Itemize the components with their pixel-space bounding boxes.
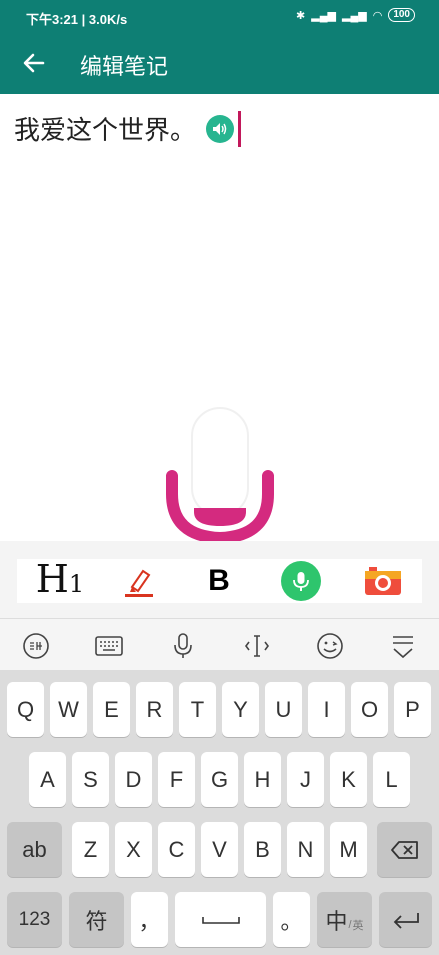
cursor-move-button[interactable] — [240, 629, 274, 663]
key-u[interactable]: U — [265, 682, 302, 737]
ime-logo-icon — [23, 633, 49, 659]
key-m[interactable]: M — [330, 822, 367, 877]
space-key[interactable] — [175, 892, 266, 947]
key-k[interactable]: K — [330, 752, 367, 807]
keyboard-switch-button[interactable] — [92, 629, 126, 663]
key-q[interactable]: Q — [7, 682, 44, 737]
key-o[interactable]: O — [351, 682, 388, 737]
key-g[interactable]: G — [201, 752, 238, 807]
microphone-outline-icon — [174, 633, 192, 658]
key-a[interactable]: A — [29, 752, 66, 807]
hide-keyboard-icon — [393, 636, 413, 659]
format-toolbar-inner: H1 B — [17, 556, 422, 603]
bluetooth-icon: ✱ — [296, 9, 306, 22]
bold-button[interactable]: B — [197, 559, 241, 603]
status-time-speed: 下午3:21 | 3.0K/s — [26, 12, 128, 27]
emoji-button[interactable] — [313, 629, 347, 663]
signal-icon-2: ▂▄▆ — [341, 9, 367, 22]
voice-button-circle — [281, 561, 321, 601]
back-button[interactable] — [19, 48, 49, 78]
key-n[interactable]: N — [287, 822, 324, 877]
key-i[interactable]: I — [308, 682, 345, 737]
language-main-label: 中 — [325, 908, 348, 934]
key-h[interactable]: H — [244, 752, 281, 807]
key-j[interactable]: J — [287, 752, 324, 807]
keyboard: Q W E R T Y U I O P A S D F G H J K L ab… — [0, 670, 439, 955]
key-l[interactable]: L — [373, 752, 410, 807]
voice-input-button[interactable] — [279, 559, 323, 603]
backspace-icon — [390, 840, 418, 859]
key-c[interactable]: C — [158, 822, 195, 877]
backspace-key[interactable] — [377, 822, 432, 877]
speaker-icon — [213, 122, 227, 135]
wifi-icon: ◠ — [372, 9, 383, 22]
enter-key[interactable] — [379, 892, 432, 947]
keyboard-toolbar — [0, 618, 439, 671]
key-f[interactable]: F — [158, 752, 195, 807]
key-p[interactable]: P — [394, 682, 431, 737]
voice-key-button[interactable] — [166, 629, 200, 663]
camera-button[interactable] — [361, 559, 405, 603]
enter-icon — [393, 912, 419, 929]
bold-icon: B — [208, 564, 230, 597]
numbers-key[interactable]: 123 — [7, 892, 62, 947]
highlight-button[interactable] — [117, 559, 161, 603]
text-cursor-icon — [245, 635, 269, 657]
case-switch-key[interactable]: ab — [7, 822, 62, 877]
language-switch-key[interactable]: 中 / 英 — [317, 892, 372, 947]
page-title: 编辑笔记 — [80, 55, 169, 80]
key-d[interactable]: D — [115, 752, 152, 807]
note-line: 我爱这个世界。 — [14, 110, 242, 147]
heading-icon: H1 — [35, 556, 85, 601]
status-icons: ✱ ▂▄▆ ▂▄▆ ◠ 100 — [296, 8, 415, 22]
key-w[interactable]: W — [50, 682, 87, 737]
microphone-icon — [293, 572, 309, 591]
note-text[interactable]: 我爱这个世界。 — [14, 110, 196, 147]
key-x[interactable]: X — [115, 822, 152, 877]
emoji-icon — [317, 633, 343, 659]
key-v[interactable]: V — [201, 822, 238, 877]
key-z[interactable]: Z — [72, 822, 109, 877]
text-cursor — [238, 110, 242, 147]
hide-keyboard-button[interactable] — [386, 629, 420, 663]
back-arrow-icon — [23, 53, 45, 73]
key-t[interactable]: T — [179, 682, 216, 737]
battery-icon: 100 — [388, 8, 415, 22]
camera-icon — [365, 567, 401, 595]
ime-logo-button[interactable] — [19, 629, 53, 663]
signal-icon: ▂▄▆ — [311, 9, 336, 22]
key-b[interactable]: B — [244, 822, 281, 877]
key-r[interactable]: R — [136, 682, 173, 737]
key-e[interactable]: E — [93, 682, 130, 737]
key-s[interactable]: S — [72, 752, 109, 807]
period-key[interactable]: 。 — [273, 892, 310, 947]
heading-button[interactable]: H1 — [35, 556, 85, 603]
app-bar: 编辑笔记 — [0, 34, 439, 94]
status-bar: 下午3:21 | 3.0K/s ✱ ▂▄▆ ▂▄▆ ◠ 100 — [0, 0, 439, 34]
keyboard-icon — [95, 636, 123, 656]
format-toolbar: H1 B — [0, 541, 439, 618]
key-y[interactable]: Y — [222, 682, 259, 737]
comma-key[interactable]: ， — [131, 892, 168, 947]
highlighter-icon — [125, 569, 153, 597]
symbols-key[interactable]: 符 — [69, 892, 124, 947]
language-sub-label: 英 — [352, 919, 364, 932]
space-icon — [201, 916, 240, 924]
speaker-button[interactable] — [206, 114, 235, 143]
